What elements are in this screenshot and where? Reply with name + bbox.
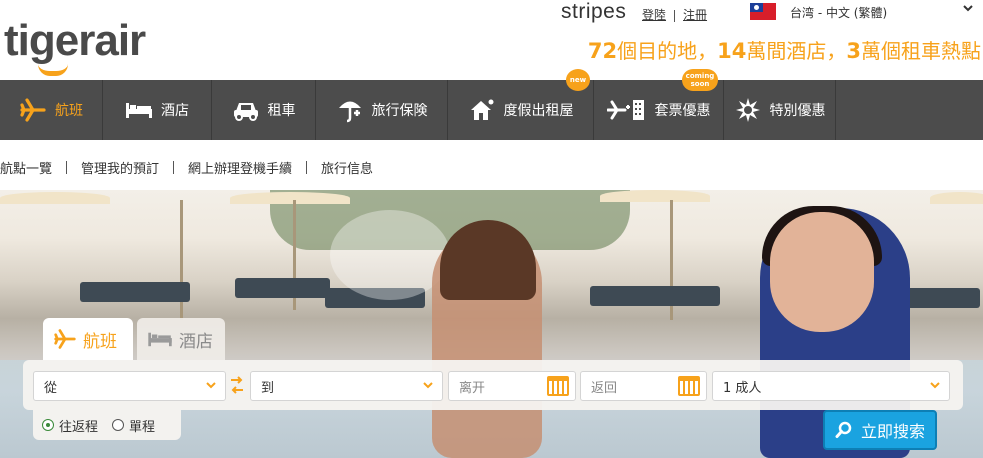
language-selector[interactable]: 台湾 - 中文 (繁體) [748, 1, 980, 23]
nav-item-packages[interactable]: coming soon 套票優惠 [594, 69, 724, 140]
chevron-down-icon [205, 378, 217, 396]
tab-flights-label: 航班 [83, 331, 117, 352]
round-trip-label: 往返程 [59, 419, 99, 435]
nav-label-flights: 航班 [55, 103, 83, 119]
round-trip-radio[interactable]: 往返程 [42, 416, 98, 435]
subnav-divider [306, 160, 308, 174]
radio-dot [112, 419, 125, 431]
nav-label-packages: 套票優惠 [654, 103, 711, 119]
auth-divider [674, 9, 676, 22]
logo-smile [38, 64, 68, 76]
one-way-radio[interactable]: 單程 [112, 416, 155, 435]
nav-item-flights[interactable]: 航班 [0, 80, 103, 140]
bed-icon [125, 96, 153, 124]
destination-label: 到 [261, 380, 275, 396]
one-way-label: 單程 [129, 419, 156, 435]
tagline-destinations-text: 個目的地， [617, 39, 718, 63]
hero-lounger [80, 282, 190, 302]
auth-links: 登陸 注冊 [642, 6, 707, 23]
hero-umbrella [930, 192, 983, 204]
nav-label-special-offers: 特別優惠 [769, 103, 826, 119]
subnav-divider [173, 160, 175, 174]
coming-soon-badge: coming soon [682, 69, 718, 91]
hero-lounger [235, 278, 330, 298]
umbrella-icon [336, 96, 364, 124]
nav-item-hotels[interactable]: 酒店 [103, 80, 212, 140]
radio-dot [42, 419, 54, 431]
bed-icon [147, 330, 173, 348]
swap-route-icon[interactable] [230, 374, 244, 398]
tagline: 72個目的地，14萬間酒店，3萬個租車熱點 [588, 35, 981, 64]
taiwan-flag-icon [750, 3, 776, 20]
login-link[interactable]: 登陸 [642, 8, 666, 22]
nav-item-special-offers[interactable]: 特別優惠 [724, 80, 836, 140]
hero-pole [180, 200, 183, 320]
nav-label-travel-insurance: 旅行保険 [371, 103, 428, 119]
house-icon [468, 96, 496, 124]
main-nav: 航班 酒店 租車 旅行保険 new 度假出租屋 coming soon 套票優惠… [0, 69, 983, 140]
origin-select[interactable]: 從 [33, 371, 226, 401]
calendar-icon[interactable] [678, 376, 700, 396]
nav-item-travel-insurance[interactable]: 旅行保険 [316, 80, 448, 140]
star-burst-icon [734, 96, 762, 124]
subnav-divider [66, 160, 68, 174]
register-link[interactable]: 注冊 [683, 8, 707, 22]
plane-hotel-icon [606, 96, 647, 124]
tab-flights[interactable]: 航班 [43, 318, 133, 360]
tagline-destinations-count: 72 [587, 39, 618, 63]
coming-soon-line1: coming [685, 72, 715, 80]
stripes-logo[interactable]: stripes [561, 0, 626, 24]
nav-label-hotels: 酒店 [161, 103, 189, 119]
tagline-cars-count: 3 [846, 39, 861, 63]
hero-lounger [590, 286, 720, 306]
logo-text: tigerair [4, 16, 146, 65]
search-icon [835, 421, 853, 439]
passengers-value: 1 成人 [723, 380, 762, 396]
chevron-down-icon [962, 2, 974, 17]
header: tigerair stripes 登陸 注冊 台湾 - 中文 (繁體) 72個目的… [0, 0, 983, 80]
tab-hotels-label: 酒店 [179, 331, 213, 352]
plane-icon [19, 96, 47, 124]
subnav-online-checkin[interactable]: 網上辦理登機手續 [188, 158, 292, 177]
return-date-placeholder: 返回 [591, 380, 618, 396]
hero-umbrella [230, 192, 350, 204]
tagline-hotels-count: 14 [717, 39, 747, 63]
return-date-field[interactable]: 返回 [580, 371, 707, 401]
chevron-down-icon [422, 378, 434, 396]
plane-icon [53, 328, 77, 350]
hero-umbrella [0, 192, 110, 204]
subnav-manage-booking[interactable]: 管理我的預訂 [81, 158, 159, 177]
coming-soon-line2: soon [690, 80, 710, 88]
hero-woman-face [770, 212, 874, 332]
new-badge: new [566, 69, 590, 91]
subnav-route-map[interactable]: 航點一覽 [0, 158, 52, 177]
depart-date-placeholder: 离开 [459, 380, 486, 396]
tigerair-logo[interactable]: tigerair [4, 16, 146, 76]
tagline-cars-text: 萬個租車熱點 [861, 39, 981, 63]
car-icon [232, 96, 260, 124]
hero-umbrella [600, 190, 710, 202]
depart-date-field[interactable]: 离开 [448, 371, 576, 401]
tab-hotels[interactable]: 酒店 [137, 318, 225, 360]
flight-search-bar: 從 到 离开 返回 1 成人 [23, 360, 963, 410]
sub-nav: 航點一覽 管理我的預訂 網上辦理登機手續 旅行信息 [0, 156, 373, 178]
destination-select[interactable]: 到 [250, 371, 443, 401]
search-button[interactable]: 立即搜索 [823, 410, 937, 450]
search-tabs: 航班 酒店 [43, 318, 229, 360]
nav-label-vacation-rentals: 度假出租屋 [503, 103, 574, 119]
origin-label: 從 [44, 380, 58, 396]
trip-type-selector: 往返程 單程 [33, 410, 181, 440]
nav-item-vacation-rentals[interactable]: new 度假出租屋 [448, 69, 594, 140]
nav-item-car-rental[interactable]: 租車 [212, 80, 316, 140]
passengers-select[interactable]: 1 成人 [712, 371, 950, 401]
language-label: 台湾 - 中文 (繁體) [790, 6, 888, 20]
search-button-label: 立即搜索 [860, 422, 925, 441]
subnav-travel-info[interactable]: 旅行信息 [321, 158, 373, 177]
nav-label-car-rental: 租車 [267, 103, 296, 119]
tagline-hotels-text: 萬間酒店， [746, 39, 847, 63]
calendar-icon[interactable] [547, 376, 569, 396]
chevron-down-icon [929, 378, 941, 396]
